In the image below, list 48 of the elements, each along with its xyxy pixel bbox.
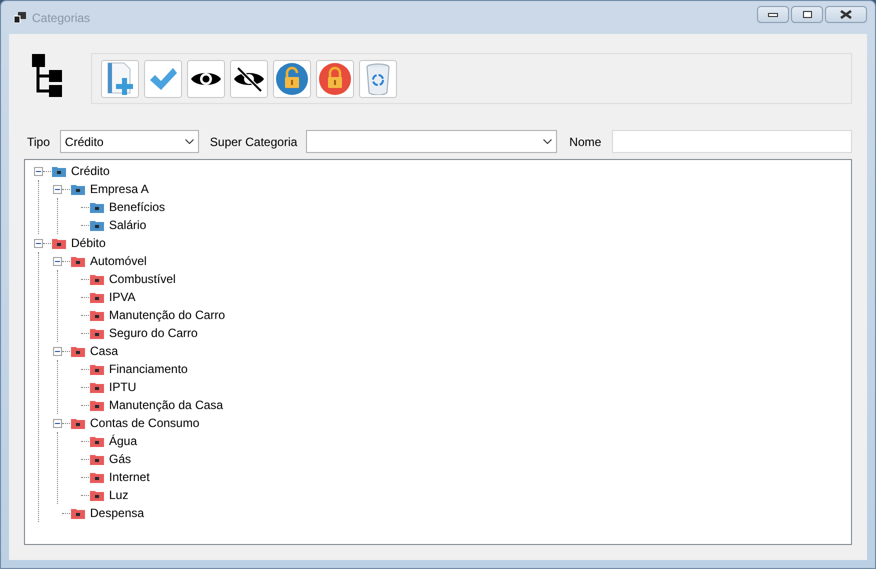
- tree-node-label[interactable]: Contas de Consumo: [90, 414, 200, 432]
- close-icon: [840, 10, 852, 19]
- close-button[interactable]: [825, 6, 867, 23]
- tree-node-label[interactable]: Salário: [109, 216, 146, 234]
- tree-node-label[interactable]: Crédito: [71, 162, 110, 180]
- tree-node-label[interactable]: Água: [109, 432, 138, 450]
- open-lock-icon: [275, 62, 309, 96]
- tree-node-label[interactable]: IPVA: [109, 288, 136, 306]
- collapse-toggle[interactable]: [53, 184, 62, 194]
- tree-node-label[interactable]: Financiamento: [109, 360, 188, 378]
- tree-node-label[interactable]: Seguro do Carro: [109, 324, 198, 342]
- tree-node-label[interactable]: Luz: [109, 486, 128, 504]
- tree-node-label[interactable]: Automóvel: [90, 252, 147, 270]
- tipo-dropdown[interactable]: Crédito: [60, 130, 199, 153]
- lock-icon: [318, 62, 352, 96]
- tree-node-label[interactable]: Gás: [109, 450, 132, 468]
- checkmark-icon: [148, 66, 178, 92]
- tree-structure-icon: [32, 54, 62, 98]
- super-categoria-label: Super Categoria: [210, 134, 298, 150]
- tree-node-label[interactable]: Combustível: [109, 270, 176, 288]
- collapse-toggle[interactable]: [53, 256, 62, 266]
- eye-slash-icon: [232, 66, 266, 92]
- nome-input-field[interactable]: [612, 130, 852, 153]
- collapse-toggle[interactable]: [53, 418, 62, 428]
- maximize-button[interactable]: [791, 6, 823, 23]
- toolbar-button[interactable]: [230, 60, 268, 98]
- recycle-bin-icon: [365, 62, 391, 94]
- tree-node-label[interactable]: Manutenção do Carro: [109, 306, 226, 324]
- chevron-down-icon: [543, 139, 552, 144]
- tree-node-label[interactable]: Despensa: [90, 504, 144, 522]
- tree-node-label[interactable]: Empresa A: [90, 180, 149, 198]
- window-icon: [14, 12, 26, 23]
- tree-node-label[interactable]: Débito: [71, 234, 106, 252]
- tipo-label: Tipo: [27, 134, 50, 150]
- window-title: Categorias: [32, 10, 90, 26]
- tree-node-label[interactable]: Manutenção da Casa: [109, 396, 224, 414]
- collapse-toggle[interactable]: [34, 166, 43, 176]
- nome-label: Nome: [569, 134, 602, 150]
- chevron-down-icon: [184, 139, 194, 144]
- tree-node-label[interactable]: Benefícios: [109, 198, 166, 216]
- tree-node-label[interactable]: IPTU: [109, 378, 136, 396]
- collapse-toggle[interactable]: [53, 346, 62, 356]
- tree-node-label[interactable]: Internet: [109, 468, 150, 486]
- tree-node-label[interactable]: Casa: [90, 342, 118, 360]
- toolbar-button[interactable]: [187, 60, 225, 98]
- collapse-toggle[interactable]: [34, 238, 43, 248]
- minimize-button[interactable]: [757, 6, 789, 23]
- new-document-icon: [105, 62, 135, 96]
